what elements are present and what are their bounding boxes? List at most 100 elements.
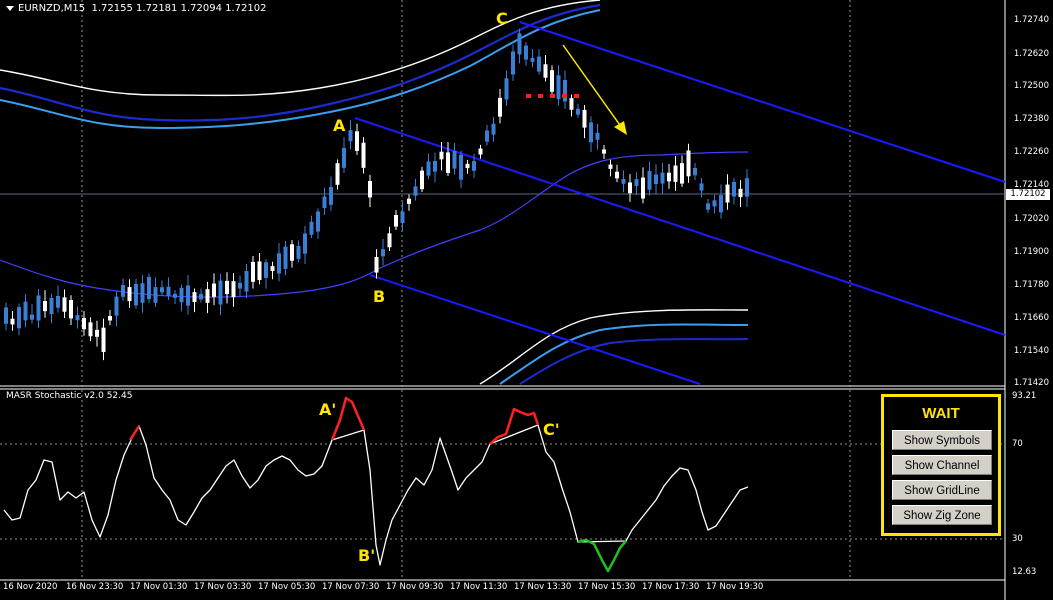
- candle-body: [140, 283, 145, 303]
- candle-body: [147, 276, 151, 300]
- candle-body: [205, 289, 210, 303]
- candle-body: [114, 296, 119, 316]
- candle-body: [179, 287, 184, 303]
- candle-body: [400, 211, 405, 224]
- time-label: 17 Nov 07:30: [322, 582, 380, 592]
- candle-body: [348, 130, 353, 142]
- candle-body: [589, 122, 593, 143]
- candle-body: [355, 131, 359, 151]
- candle-body: [342, 147, 346, 168]
- price-label: 1.71540: [1013, 346, 1049, 356]
- dropdown-triangle-icon[interactable]: [6, 5, 14, 11]
- candle-body: [615, 171, 619, 179]
- show-gridline-button[interactable]: Show GridLine: [892, 480, 992, 500]
- candle-body: [537, 56, 541, 72]
- candle-body: [478, 148, 483, 155]
- price-label: 1.72020: [1013, 214, 1049, 224]
- time-label: 16 Nov 2020: [3, 582, 58, 592]
- candle-body: [290, 244, 294, 261]
- time-label: 17 Nov 01:30: [130, 582, 188, 592]
- candle-body: [387, 233, 392, 248]
- candle-body: [602, 149, 606, 154]
- candle-body: [654, 174, 658, 185]
- candle-body: [322, 196, 327, 209]
- candle-body: [244, 271, 249, 292]
- candle-body: [186, 285, 190, 306]
- current-price-tag: 1.72102: [1006, 189, 1050, 200]
- candle-body: [23, 301, 28, 321]
- candle-body: [634, 179, 639, 187]
- time-label: 17 Nov 13:30: [514, 582, 572, 592]
- candle-body: [582, 109, 587, 128]
- candle-body: [88, 322, 93, 337]
- candle-body: [231, 281, 236, 298]
- candle-body: [62, 297, 67, 312]
- candle-body: [745, 178, 749, 197]
- control-panel: WAIT Show Symbols Show Channel Show Grid…: [881, 394, 1001, 536]
- candle-body: [17, 307, 21, 329]
- wave-label-b-prime: B': [358, 546, 376, 565]
- candle-body: [225, 280, 229, 295]
- time-label: 17 Nov 17:30: [642, 582, 700, 592]
- candle-body: [608, 164, 613, 169]
- show-channel-button[interactable]: Show Channel: [892, 455, 992, 475]
- candle-body: [30, 314, 34, 320]
- candle-body: [628, 182, 632, 194]
- candle-body: [693, 167, 697, 176]
- candle-body: [706, 203, 710, 210]
- candle-body: [101, 327, 106, 353]
- candle-body: [238, 282, 242, 289]
- candle-body: [36, 295, 41, 321]
- show-zig-zone-button[interactable]: Show Zig Zone: [892, 505, 992, 525]
- candle-body: [303, 233, 307, 254]
- candle-body: [257, 261, 262, 280]
- candle-body: [680, 163, 684, 184]
- candle-body: [667, 172, 671, 182]
- candle-body: [82, 318, 86, 330]
- candle-body: [199, 293, 203, 300]
- candle-body: [283, 246, 288, 269]
- candle-body: [192, 292, 197, 303]
- candle-body: [595, 132, 600, 140]
- stoch-axis-label: 30: [1012, 534, 1023, 544]
- candle-body: [407, 198, 411, 204]
- candle-body: [465, 163, 470, 169]
- candle-body: [686, 150, 691, 177]
- candle-body: [212, 283, 216, 297]
- price-label: 1.72740: [1013, 15, 1049, 25]
- candle-body: [121, 284, 125, 297]
- candle-body: [621, 179, 626, 184]
- candle-body: [433, 160, 437, 172]
- candle-body: [719, 195, 723, 213]
- candle-body: [43, 301, 47, 312]
- candle-body: [95, 329, 99, 337]
- price-label: 1.72620: [1013, 49, 1049, 59]
- stoch-axis-label: 93.21: [1012, 391, 1037, 401]
- show-symbols-button[interactable]: Show Symbols: [892, 430, 992, 450]
- candle-body: [329, 186, 333, 205]
- candle-body: [335, 163, 340, 185]
- indicator-title: MASR Stochastic v2.0 52.45: [6, 391, 133, 401]
- price-label: 1.72260: [1013, 147, 1049, 157]
- candle-body: [264, 262, 268, 278]
- price-label: 1.72500: [1013, 81, 1049, 91]
- candle-body: [374, 256, 379, 273]
- candle-body: [316, 211, 320, 232]
- candle-body: [504, 78, 509, 100]
- price-label: 1.71660: [1013, 313, 1049, 323]
- candle-body: [563, 80, 567, 102]
- price-label: 1.72380: [1013, 114, 1049, 124]
- candle-body: [641, 177, 645, 199]
- candle-body: [524, 45, 528, 60]
- time-label: 17 Nov 11:30: [450, 582, 508, 592]
- candle-body: [394, 215, 398, 227]
- candle-body: [446, 152, 450, 173]
- candle-body: [439, 151, 444, 160]
- candle-body: [270, 266, 275, 271]
- time-label: 16 Nov 23:30: [66, 582, 124, 592]
- candle-body: [699, 183, 704, 191]
- candle-body: [368, 181, 372, 198]
- candle-body: [108, 315, 112, 321]
- candle-body: [10, 318, 15, 325]
- candle-body: [251, 261, 255, 282]
